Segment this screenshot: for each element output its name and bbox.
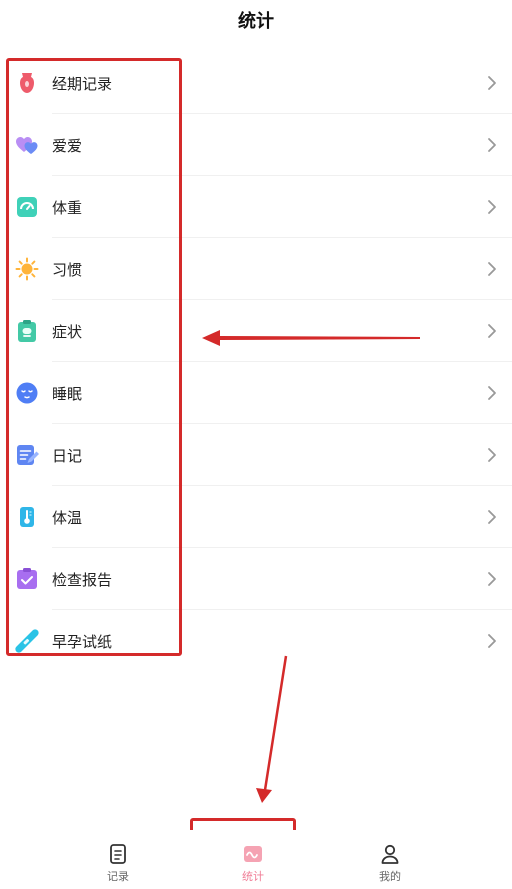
tab-label: 统计: [242, 870, 264, 883]
chevron-right-icon: [484, 508, 500, 526]
tab-label: 我的: [379, 870, 401, 883]
record-doc-icon: [107, 843, 129, 865]
chevron-right-icon: [484, 570, 500, 588]
chevron-right-icon: [484, 74, 500, 92]
tab-stats[interactable]: 统计: [193, 830, 313, 889]
page-title: 统计: [238, 11, 274, 32]
chevron-right-icon: [484, 632, 500, 650]
chevron-right-icon: [484, 384, 500, 402]
list-highlight-box: [6, 58, 182, 656]
tab-mine[interactable]: 我的: [330, 830, 450, 889]
chevron-right-icon: [484, 322, 500, 340]
arrow-to-tab-head: [256, 788, 272, 803]
top-bar: 统计: [0, 0, 512, 40]
stats-wave-icon: [242, 843, 264, 865]
chevron-right-icon: [484, 198, 500, 216]
tab-label: 记录: [107, 870, 129, 883]
bottom-tab-bar: 记录 统计 我的: [0, 830, 512, 889]
chevron-right-icon: [484, 260, 500, 278]
tab-record[interactable]: 记录: [58, 830, 178, 889]
chevron-right-icon: [484, 446, 500, 464]
arrow-to-tab-shaft: [263, 655, 288, 791]
chevron-right-icon: [484, 136, 500, 154]
profile-icon: [379, 843, 401, 865]
